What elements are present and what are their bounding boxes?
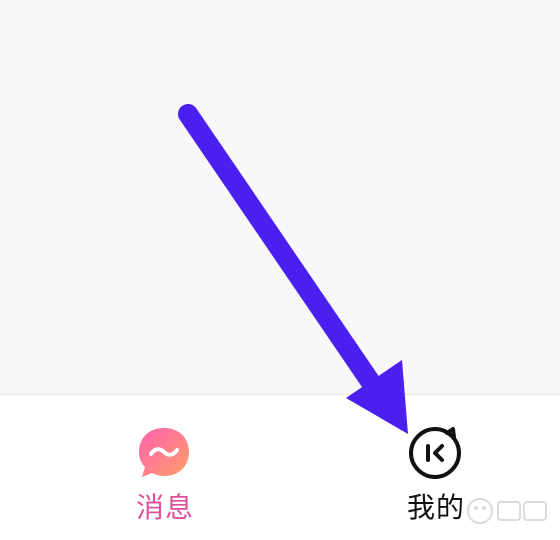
tab-messages[interactable]: 消息	[95, 395, 235, 540]
profile-face-icon	[408, 426, 462, 480]
app-screen: 消息 我的	[0, 0, 560, 540]
content-area	[0, 0, 560, 394]
tab-messages-label: 消息	[135, 491, 194, 524]
message-bubble-icon	[139, 428, 189, 477]
watermark-logo-icon	[467, 498, 547, 524]
